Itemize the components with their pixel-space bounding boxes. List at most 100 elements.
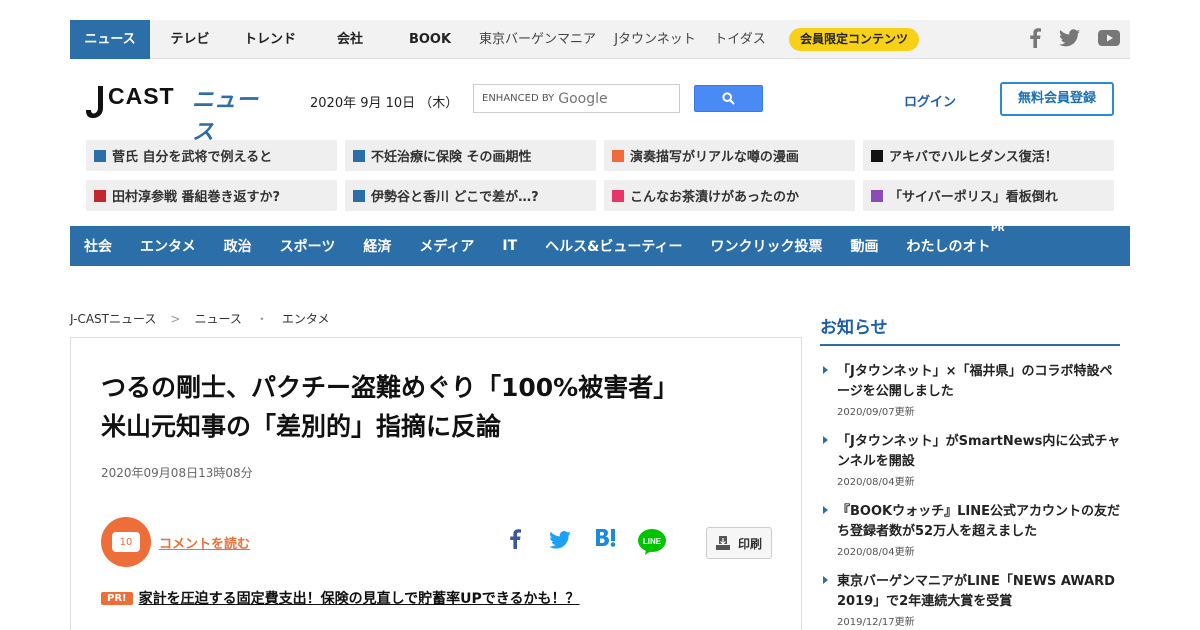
category-nav-item[interactable]: 社会 [84,236,112,256]
topnav-item-jtown[interactable]: Jタウンネット [605,20,705,59]
twitter-icon[interactable] [549,531,571,549]
category-nav-item[interactable]: 動画 [851,236,879,256]
category-nav-label: エンタメ [140,239,196,255]
trending-topic-label: 不妊治療に保険 その画期性 [371,150,532,165]
category-nav-item[interactable]: IT [502,238,517,254]
member-content-badge[interactable]: 会員限定コンテンツ [789,28,920,51]
category-nav-label: IT [502,238,518,254]
trending-topic-item[interactable]: 田村淳参戦 番組巻き返すか? [86,180,337,211]
category-color-marker [353,189,365,202]
trending-topic-item[interactable]: 不妊治療に保険 その画期性 [345,140,596,171]
trending-topic-item[interactable]: こんなお茶漬けがあったのか [604,180,855,211]
bullet-arrow-icon [823,506,828,514]
pr-ad-link[interactable]: 家計を圧迫する固定費支出！保険の見直しで貯蓄率UPできるかも！？ [139,588,580,608]
trending-topic-label: 伊勢谷と香川 どこで差が…? [371,190,539,205]
current-date: 2020年 9月 10日 （木） [310,96,459,111]
pr-badge: PR! [101,591,133,605]
bullet-arrow-icon [823,366,828,374]
category-nav-item[interactable]: スポーツ [280,236,336,256]
sidebar-title: お知らせ [820,318,888,338]
category-nav-label: ワンクリック投票 [710,239,823,255]
notice-title: 東京バーゲンマニアがLINE「NEWS AWARD 2019」で2年連続大賞を受… [837,574,1115,609]
comment-count-icon[interactable]: 10 [101,517,151,567]
topnav-item-bargain[interactable]: 東京バーゲンマニア [470,20,605,59]
breadcrumb-news[interactable]: ニュース [194,310,241,327]
topnav-item-trend[interactable]: トレンド [230,20,310,59]
print-icon [715,536,730,550]
bullet-arrow-icon [823,436,828,444]
category-nav-item[interactable]: ヘルス&ビューティー [545,236,682,256]
svg-text:LINE: LINE [643,537,662,546]
notice-title: 「Jタウンネット」がSmartNews内に公式チャンネルを開設 [837,434,1121,469]
login-link[interactable]: ログイン [904,91,956,110]
category-color-marker [94,189,106,202]
search-button[interactable] [694,85,763,112]
category-color-marker [612,189,624,202]
topnav-item-company[interactable]: 会社 [310,20,390,59]
notice-item[interactable]: 「Jタウンネット」がSmartNews内に公式チャンネルを開設 2020/08/0… [820,432,1122,488]
bullet-arrow-icon [823,576,828,584]
category-nav-label: 政治 [223,239,252,255]
category-nav-label: メディア [419,239,475,255]
topnav-item-toidas[interactable]: トイダス [705,20,775,59]
top-bar: ニュース テレビ トレンド 会社 BOOK 東京バーゲンマニア Jタウンネット … [70,20,1130,59]
search-enhanced-label: ENHANCED BY [482,93,555,104]
category-nav-item[interactable]: 政治 [224,236,252,256]
category-nav-label: ヘルス&ビューティー [545,239,683,255]
trending-topic-item[interactable]: 伊勢谷と香川 どこで差が…? [345,180,596,211]
notice-date: 2020/08/04更新 [837,477,915,488]
facebook-icon[interactable] [509,528,521,550]
category-color-marker [871,149,883,162]
trending-topic-item[interactable]: 演奏描写がリアルな噂の漫画 [604,140,855,171]
notice-title: 「Jタウンネット」×「福井県」のコラボ特設ページを公開しました [837,364,1113,399]
breadcrumb: J-CASTニュース > ニュース ・ エンタメ [70,310,330,327]
jcast-news-logo[interactable]: J CAST ニュース [86,80,276,145]
youtube-icon[interactable] [1098,30,1120,46]
social-links [1029,28,1120,48]
sidebar-divider [820,344,1120,346]
category-nav-item[interactable]: エンタメ [140,236,196,256]
article-panel: つるの剛士、パクチー盗難めぐり「100%被害者」 米山元知事の「差別的」指摘に反… [70,337,802,630]
print-button[interactable]: 印刷 [706,527,772,559]
trending-topic-item[interactable]: 「サイバーポリス」看板倒れ [863,180,1114,211]
topnav-item-news[interactable]: ニュース [70,20,150,59]
category-nav: 社会 エンタメ 政治 スポーツ 経済 メディア IT ヘルス&ビューティー ワンクリック投票 動画… [70,224,1130,266]
search-icon [722,92,735,105]
line-icon[interactable]: LINE [637,528,667,556]
notice-item[interactable]: 「Jタウンネット」×「福井県」のコラボ特設ページを公開しました 2020/09/0… [820,362,1122,418]
print-label: 印刷 [737,536,762,551]
trending-topics: 菅氏 自分を武将で例えると 不妊治療に保険 その画期性 演奏描写がリアルな噂の漫画 ア… [86,140,1114,211]
notice-date: 2019/12/17更新 [837,617,915,628]
trending-topic-label: 演奏描写がリアルな噂の漫画 [630,150,799,165]
category-nav-item[interactable]: 経済 [363,236,391,256]
topnav-item-tv[interactable]: テレビ [150,20,230,59]
category-nav-label: 社会 [84,239,112,255]
pr-ad-line: PR! 家計を圧迫する固定費支出！保険の見直しで貯蓄率UPできるかも！？ [101,588,580,608]
topnav-item-book[interactable]: BOOK [390,20,470,59]
register-button[interactable]: 無料会員登録 [1000,82,1114,116]
trending-topic-item[interactable]: アキバでハルヒダンス復活！ [863,140,1114,171]
search-input[interactable]: ENHANCED BY Google [473,84,680,113]
trending-topic-label: 菅氏 自分を武将で例えると [112,150,273,165]
breadcrumb-separator: > [170,311,181,326]
notice-item[interactable]: 東京バーゲンマニアがLINE「NEWS AWARD 2019」で2年連続大賞を受… [820,572,1122,628]
comment-count: 10 [112,532,140,552]
breadcrumb-entertainment[interactable]: エンタメ [282,310,330,327]
category-nav-label: スポーツ [279,239,336,255]
notice-item[interactable]: 『BOOKウォッチ』LINE公式アカウントの友だち登録者数が52万人を超えました… [820,502,1122,558]
category-nav-item[interactable]: ワンクリック投票 [711,236,823,256]
category-nav-label: 経済 [363,239,392,255]
category-color-marker [871,189,883,202]
category-nav-item[interactable]: メディア [419,236,474,256]
read-comments-link[interactable]: コメントを読む [159,533,250,552]
breadcrumb-separator: ・ [255,312,268,326]
category-color-marker [353,149,365,162]
trending-topic-item[interactable]: 菅氏 自分を武将で例えると [86,140,337,171]
facebook-icon[interactable] [1029,28,1041,48]
twitter-icon[interactable] [1059,29,1080,47]
trending-topic-label: 「サイバーポリス」看板倒れ [889,190,1058,205]
hatena-bookmark-icon[interactable] [595,528,617,548]
breadcrumb-home[interactable]: J-CASTニュース [70,310,156,327]
category-nav-item[interactable]: わたしのオト PR [907,224,1005,256]
category-color-marker [612,149,624,162]
